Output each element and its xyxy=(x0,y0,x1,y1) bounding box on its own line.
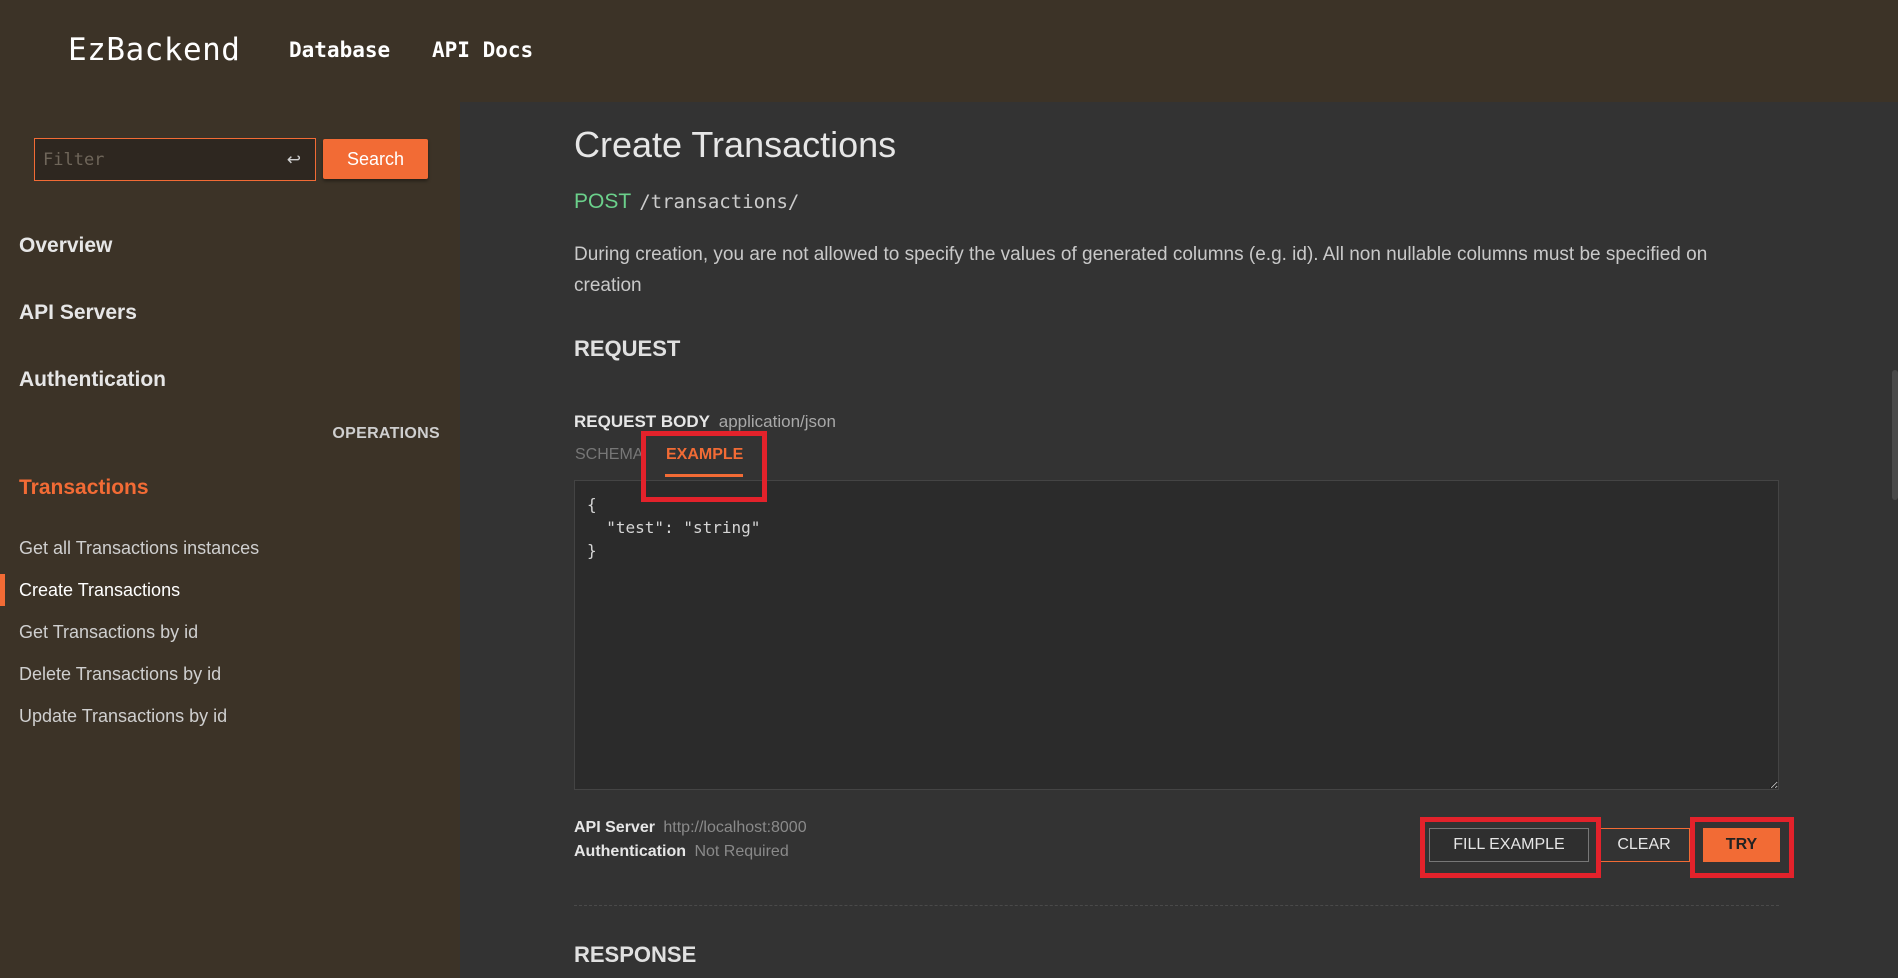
sidebar-tag-transactions[interactable]: Transactions xyxy=(19,476,149,500)
clear-button[interactable]: CLEAR xyxy=(1598,828,1690,862)
sidebar-item-authentication[interactable]: Authentication xyxy=(19,368,166,392)
enter-icon: ↩ xyxy=(286,150,301,170)
active-tab-indicator xyxy=(665,474,743,477)
search-button[interactable]: Search xyxy=(323,139,428,179)
try-button[interactable]: TRY xyxy=(1703,828,1780,862)
tab-example[interactable]: EXAMPLE xyxy=(666,446,743,464)
fill-example-button[interactable]: FILL EXAMPLE xyxy=(1429,828,1589,862)
sidebar-op-get-all[interactable]: Get all Transactions instances xyxy=(0,530,460,566)
top-bar: EzBackend Database API Docs xyxy=(0,0,1898,102)
page-title: Create Transactions xyxy=(574,124,897,165)
scrollbar[interactable] xyxy=(1892,370,1898,500)
api-server-value: http://localhost:8000 xyxy=(663,819,807,836)
endpoint-line: POST/transactions/ xyxy=(574,190,799,214)
filter-box: ↩ xyxy=(34,138,316,181)
filter-input[interactable] xyxy=(35,139,275,180)
authentication-label: Authentication xyxy=(574,843,686,860)
request-body-editor[interactable] xyxy=(574,480,1779,790)
sidebar-op-get-by-id[interactable]: Get Transactions by id xyxy=(0,614,460,650)
brand-logo[interactable]: EzBackend xyxy=(68,32,240,68)
sidebar-op-create[interactable]: Create Transactions xyxy=(0,572,460,608)
sidebar-item-api-servers[interactable]: API Servers xyxy=(19,301,137,325)
request-body-line: REQUEST BODY application/json xyxy=(574,412,836,432)
sidebar-item-overview[interactable]: Overview xyxy=(19,234,112,258)
api-server-label: API Server xyxy=(574,819,655,836)
endpoint-path: /transactions/ xyxy=(639,191,800,213)
main-content: Create Transactions POST/transactions/ D… xyxy=(460,102,1898,978)
operations-heading: OPERATIONS xyxy=(332,425,440,442)
request-heading: REQUEST xyxy=(574,336,681,361)
authentication-line: Authentication Not Required xyxy=(574,843,789,861)
authentication-value: Not Required xyxy=(694,843,789,860)
nav-api-docs[interactable]: API Docs xyxy=(432,38,533,62)
http-method-badge: POST xyxy=(574,190,632,213)
nav-database[interactable]: Database xyxy=(289,38,390,62)
request-body-label: REQUEST BODY xyxy=(574,412,711,431)
sidebar-op-update-by-id[interactable]: Update Transactions by id xyxy=(0,698,460,734)
operation-description: During creation, you are not allowed to … xyxy=(574,244,1708,296)
api-server-line: API Server http://localhost:8000 xyxy=(574,819,807,837)
sidebar-op-delete-by-id[interactable]: Delete Transactions by id xyxy=(0,656,460,692)
request-body-type: application/json xyxy=(718,412,836,431)
tab-schema[interactable]: SCHEMA xyxy=(575,446,643,464)
section-divider xyxy=(574,905,1779,906)
response-heading: RESPONSE xyxy=(574,942,697,967)
sidebar: ↩ Search Overview API Servers Authentica… xyxy=(0,102,460,978)
